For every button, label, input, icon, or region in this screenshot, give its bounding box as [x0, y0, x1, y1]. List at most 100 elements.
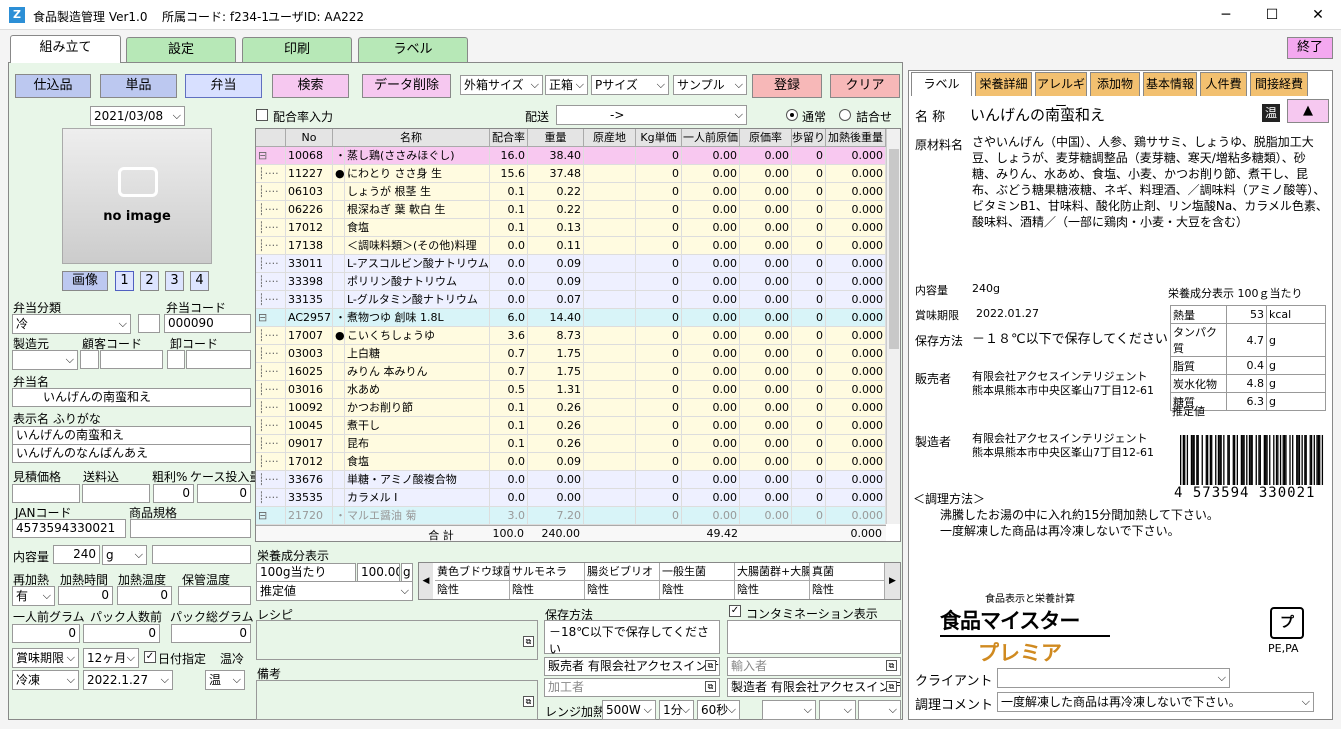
- grid-cell[interactable]: [333, 381, 345, 399]
- microbe-scroll-right-icon[interactable]: ▶: [885, 563, 900, 599]
- maker-expand-icon[interactable]: ⧉: [886, 681, 897, 692]
- grid-cell[interactable]: 0: [636, 363, 682, 381]
- exit-button[interactable]: 終了: [1287, 37, 1333, 59]
- grid-cell[interactable]: [584, 255, 636, 273]
- grid-cell[interactable]: 33535: [286, 489, 333, 507]
- grid-cell[interactable]: 0.11: [528, 237, 584, 255]
- grid-cell[interactable]: 16.0: [490, 147, 528, 165]
- table-row[interactable]: ⊟ 21720 ・マルエ醤油 菊 3.0 7.20 0 0.00 0.00 0 0.000: [256, 507, 886, 525]
- furigana-input[interactable]: いんげんのなんばんあえ: [12, 444, 251, 463]
- bento-class-select[interactable]: 冷: [12, 314, 131, 334]
- grid-cell[interactable]: 0.00: [740, 291, 792, 309]
- grid-cell[interactable]: 0.09: [528, 273, 584, 291]
- grid-cell[interactable]: 17007: [286, 327, 333, 345]
- grid-cell[interactable]: 0: [636, 183, 682, 201]
- grid-cell[interactable]: [333, 273, 345, 291]
- grid-cell[interactable]: ＜調味料類＞(その他)料理: [345, 237, 490, 255]
- close-icon[interactable]: ✕: [1295, 0, 1341, 30]
- contamination-text[interactable]: [727, 620, 901, 654]
- grid-cell[interactable]: 0.5: [490, 381, 528, 399]
- grid-cell[interactable]: 0: [792, 183, 826, 201]
- grid-cell[interactable]: 単糖・アミノ酸複合物: [345, 471, 490, 489]
- grid-header-cell[interactable]: 原価率: [740, 129, 792, 147]
- grid-cell[interactable]: 03003: [286, 345, 333, 363]
- grid-cell[interactable]: 0.00: [740, 507, 792, 525]
- tanpin-button[interactable]: 単品: [100, 74, 177, 98]
- grid-header-cell[interactable]: 一人前原価: [682, 129, 740, 147]
- grid-scroll-thumb[interactable]: [889, 149, 899, 349]
- heat-temp-input[interactable]: 0: [117, 586, 172, 605]
- microwave-min-select[interactable]: 1分: [659, 700, 694, 720]
- grid-header-cell[interactable]: 原産地: [584, 129, 636, 147]
- grid-cell[interactable]: 0.26: [528, 399, 584, 417]
- table-row[interactable]: ┊···· 17012 食塩 0.0 0.09 0 0.00 0.00 0 0.000: [256, 453, 886, 471]
- grid-cell[interactable]: 0.000: [826, 291, 886, 309]
- direction-select[interactable]: 正箱: [545, 75, 588, 95]
- right-tab-additive[interactable]: 添加物: [1090, 72, 1140, 96]
- grid-cell[interactable]: ・: [333, 507, 345, 525]
- recipe-expand-icon[interactable]: ⧉: [523, 636, 534, 647]
- grid-cell[interactable]: [584, 381, 636, 399]
- table-row[interactable]: ┊···· 09017 昆布 0.1 0.26 0 0.00 0.00 0 0.000: [256, 435, 886, 453]
- grid-cell[interactable]: 0.1: [490, 417, 528, 435]
- heat-time-input[interactable]: 0: [58, 586, 113, 605]
- grid-cell[interactable]: 1.75: [528, 363, 584, 381]
- grid-cell[interactable]: 0.000: [826, 435, 886, 453]
- grid-cell[interactable]: 0.1: [490, 399, 528, 417]
- grid-cell[interactable]: [584, 471, 636, 489]
- page-button-1[interactable]: 1: [115, 271, 134, 291]
- table-row[interactable]: ⊟ AC2957 ・煮物つゆ 創味 1.8L 6.0 14.40 0 0.00 0.00 0 0.…: [256, 309, 886, 327]
- grid-cell[interactable]: 06226: [286, 201, 333, 219]
- grid-cell[interactable]: 0.00: [740, 273, 792, 291]
- storage-temp-input[interactable]: [178, 586, 251, 605]
- grid-cell[interactable]: 0: [636, 219, 682, 237]
- grid-cell[interactable]: 0: [636, 471, 682, 489]
- grid-cell[interactable]: 0.000: [826, 363, 886, 381]
- grid-cell[interactable]: 0.000: [826, 255, 886, 273]
- table-row[interactable]: ┊···· 17007 ● こいくちしょうゆ 3.6 8.73 0 0.00 0.00 0 0.00…: [256, 327, 886, 345]
- grid-cell[interactable]: 8.73: [528, 327, 584, 345]
- grid-cell[interactable]: 0.00: [682, 219, 740, 237]
- grid-cell[interactable]: 0.000: [826, 273, 886, 291]
- grid-cell[interactable]: かつお削り節: [345, 399, 490, 417]
- client-select[interactable]: [997, 668, 1230, 688]
- grid-cell[interactable]: 0: [792, 363, 826, 381]
- grid-cell[interactable]: 0: [636, 489, 682, 507]
- grid-cell[interactable]: 0: [636, 417, 682, 435]
- grid-cell[interactable]: 33398: [286, 273, 333, 291]
- grid-cell[interactable]: 0.000: [826, 309, 886, 327]
- grid-cell[interactable]: 蒸し鶏(ささみほぐし): [345, 147, 490, 165]
- grid-cell[interactable]: 0.00: [740, 381, 792, 399]
- grid-cell[interactable]: 0: [636, 237, 682, 255]
- grid-cell[interactable]: 0.00: [740, 453, 792, 471]
- image-button[interactable]: 画像: [62, 271, 108, 291]
- grid-cell[interactable]: 0.00: [682, 237, 740, 255]
- seller-field[interactable]: 販売者 有限会社アクセスインテ: [544, 657, 720, 676]
- grid-cell[interactable]: [584, 327, 636, 345]
- content-input[interactable]: 240: [53, 545, 100, 564]
- grid-cell[interactable]: 0.00: [740, 471, 792, 489]
- page-button-4[interactable]: 4: [190, 271, 209, 291]
- grid-header-cell[interactable]: No: [286, 129, 333, 147]
- delete-data-button[interactable]: データ削除: [362, 74, 451, 98]
- delivery-select[interactable]: ->: [556, 105, 747, 125]
- grid-cell[interactable]: 0: [636, 147, 682, 165]
- grid-cell[interactable]: 0: [636, 201, 682, 219]
- grid-cell[interactable]: 0.000: [826, 399, 886, 417]
- grid-cell[interactable]: 0.000: [826, 507, 886, 525]
- grid-cell[interactable]: 0.000: [826, 327, 886, 345]
- grid-header-cell[interactable]: 名称: [333, 129, 490, 147]
- table-row[interactable]: ┊···· 03003 上白糖 0.7 1.75 0 0.00 0.00 0 0.000: [256, 345, 886, 363]
- gross-input[interactable]: 0: [153, 484, 194, 503]
- grid-cell[interactable]: 3.6: [490, 327, 528, 345]
- shipping-input[interactable]: [82, 484, 150, 503]
- microbe-result[interactable]: 陰性: [510, 581, 585, 599]
- ingredient-grid[interactable]: No 名称 配合率 重量 原産地 Kg単価 一人前原価 原価率 歩留り 加熱後重量 ⊟ 10068 ・…: [255, 128, 901, 542]
- grid-cell[interactable]: 食塩: [345, 453, 490, 471]
- grid-cell[interactable]: 0: [792, 165, 826, 183]
- grid-cell[interactable]: 0: [792, 435, 826, 453]
- grid-cell[interactable]: [584, 165, 636, 183]
- grid-cell[interactable]: 0: [792, 453, 826, 471]
- grid-cell[interactable]: 根深ねぎ 葉 軟白 生: [345, 201, 490, 219]
- grid-cell[interactable]: 0.000: [826, 201, 886, 219]
